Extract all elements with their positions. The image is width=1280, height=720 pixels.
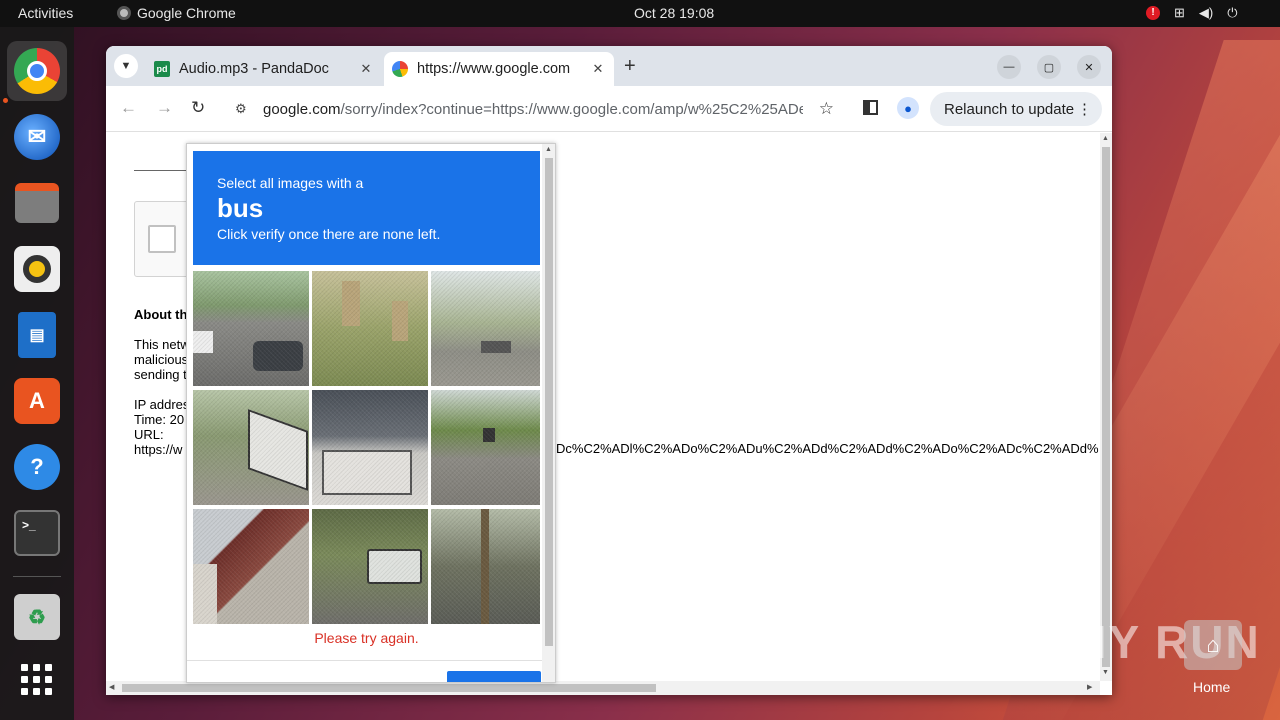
app-name: Google Chrome (137, 5, 236, 21)
url-host: google.com (263, 100, 341, 118)
chrome-icon[interactable] (7, 41, 67, 101)
captcha-target: bus (217, 193, 264, 223)
scroll-right-icon[interactable]: ▶ (1087, 683, 1092, 691)
profile-avatar[interactable]: ● (897, 97, 919, 119)
recaptcha-checkbox[interactable] (148, 225, 176, 253)
volume-icon[interactable]: ◀) (1199, 5, 1213, 21)
info-line: URL: (134, 427, 164, 442)
back-icon[interactable]: ← (120, 98, 137, 118)
tab-title: Audio.mp3 - PandaDoc (179, 61, 329, 77)
captcha-challenge: Select all images with a bus Click verif… (186, 143, 556, 683)
browser-toolbar: ← → ↻ ⚙ google.com/sorry/index?continue=… (106, 86, 1112, 132)
files-icon[interactable] (7, 173, 67, 233)
captcha-footer-divider (187, 660, 555, 661)
relaunch-label: Relaunch to update (944, 100, 1075, 118)
captcha-tile[interactable] (431, 509, 540, 624)
alert-icon[interactable]: ! (1146, 6, 1160, 20)
captcha-error: Please try again. (314, 630, 419, 646)
home-label: Home (1193, 679, 1231, 695)
top-bar: Activities Google Chrome Oct 28 19:08 ! … (0, 0, 1280, 27)
close-window-button[interactable]: ✕ (1077, 55, 1101, 79)
captcha-tile[interactable] (193, 509, 309, 624)
scroll-up-icon[interactable]: ▲ (545, 146, 552, 153)
system-tray[interactable]: ! ⊞ ◀) ⏻ (1146, 5, 1238, 21)
url-text[interactable]: google.com/sorry/index?continue=https://… (263, 101, 803, 118)
terminal-icon[interactable]: >_ (7, 503, 67, 563)
google-icon (392, 61, 408, 77)
chrome-small-icon (117, 6, 131, 20)
captcha-tile[interactable] (312, 390, 428, 505)
para-line: This netw (134, 337, 190, 352)
forward-icon[interactable]: → (156, 98, 173, 118)
show-apps-icon[interactable] (21, 664, 53, 696)
captcha-tile[interactable] (193, 390, 309, 505)
captcha-prompt: Select all images with a (217, 175, 364, 191)
tab-pandadoc[interactable]: pd Audio.mp3 - PandaDoc ✕ (146, 52, 382, 86)
info-line: IP addres (134, 397, 190, 412)
para-line: sending t (134, 367, 187, 382)
url-tail: Dc%C2%ADl%C2%ADo%C2%ADu%C2%ADd%C2%ADd%C2… (556, 441, 1099, 456)
help-icon[interactable]: ? (7, 437, 67, 497)
app-menu[interactable]: Google Chrome (117, 5, 236, 21)
tab-search-button[interactable]: ▼ (114, 54, 138, 78)
power-icon[interactable]: ⏻ (1227, 5, 1237, 21)
close-icon[interactable]: ✕ (588, 61, 608, 77)
maximize-button[interactable]: ▢ (1037, 55, 1061, 79)
captcha-tile[interactable] (431, 390, 540, 505)
scroll-left-icon[interactable]: ◀ (109, 683, 114, 691)
thunderbird-icon[interactable]: ✉ (7, 107, 67, 167)
url-path: /sorry/index?continue=https://www.google… (340, 100, 803, 118)
captcha-header: Select all images with a bus Click verif… (193, 151, 540, 265)
info-line: https://w (134, 442, 183, 457)
pandadoc-icon: pd (154, 61, 170, 77)
dock: ✉ ▤ A ? >_ ♻ (0, 27, 74, 720)
chrome-window: ▼ pd Audio.mp3 - PandaDoc ✕ https://www.… (106, 46, 1112, 695)
captcha-tile[interactable] (431, 271, 540, 386)
new-tab-button[interactable]: + (624, 55, 636, 78)
writer-icon[interactable]: ▤ (7, 305, 67, 365)
menu-dots-icon[interactable]: ⋮ (1077, 100, 1092, 118)
tab-title: https://www.google.com (417, 61, 571, 77)
close-icon[interactable]: ✕ (356, 61, 376, 77)
address-bar[interactable]: ⚙ google.com/sorry/index?continue=https:… (223, 92, 844, 126)
side-panel-icon[interactable] (863, 100, 878, 115)
captcha-instruction: Click verify once there are none left. (217, 226, 441, 242)
info-line: Time: 20 (134, 412, 185, 427)
about-heading: About th (134, 307, 188, 322)
clock[interactable]: Oct 28 19:08 (634, 5, 714, 21)
minimize-button[interactable]: — (997, 55, 1021, 79)
divider (134, 170, 194, 171)
tab-google[interactable]: https://www.google.com ✕ (384, 52, 614, 86)
dock-separator (13, 576, 61, 577)
scroll-thumb[interactable] (1102, 147, 1110, 667)
horizontal-scrollbar[interactable]: ◀ ▶ (106, 681, 1100, 695)
trash-icon[interactable]: ♻ (7, 587, 67, 647)
para-line: malicious (134, 352, 189, 367)
tab-strip: ▼ pd Audio.mp3 - PandaDoc ✕ https://www.… (106, 46, 1112, 86)
captcha-tile[interactable] (312, 271, 428, 386)
scroll-thumb[interactable] (122, 684, 656, 692)
recaptcha-widget (134, 201, 194, 277)
captcha-tile[interactable] (193, 271, 309, 386)
verify-button[interactable] (447, 671, 541, 682)
home-folder-icon[interactable]: ⌂ (1184, 620, 1242, 670)
network-icon[interactable]: ⊞ (1174, 5, 1185, 21)
site-info-icon[interactable]: ⚙ (235, 101, 251, 117)
rhythmbox-icon[interactable] (7, 239, 67, 299)
captcha-tile[interactable] (312, 509, 428, 624)
activities-button[interactable]: Activities (18, 5, 73, 21)
scroll-thumb[interactable] (545, 158, 553, 646)
captcha-scrollbar[interactable]: ▲ (542, 144, 555, 682)
app-center-icon[interactable]: A (7, 371, 67, 431)
vertical-scrollbar[interactable]: ▲ ▼ (1100, 133, 1112, 681)
reload-icon[interactable]: ↻ (191, 98, 205, 118)
relaunch-button[interactable]: Relaunch to update ⋮ (930, 92, 1102, 126)
scroll-down-icon[interactable]: ▼ (1102, 669, 1109, 676)
active-indicator (3, 98, 8, 103)
bookmark-star-icon[interactable]: ☆ (819, 99, 834, 119)
scroll-up-icon[interactable]: ▲ (1102, 135, 1109, 142)
